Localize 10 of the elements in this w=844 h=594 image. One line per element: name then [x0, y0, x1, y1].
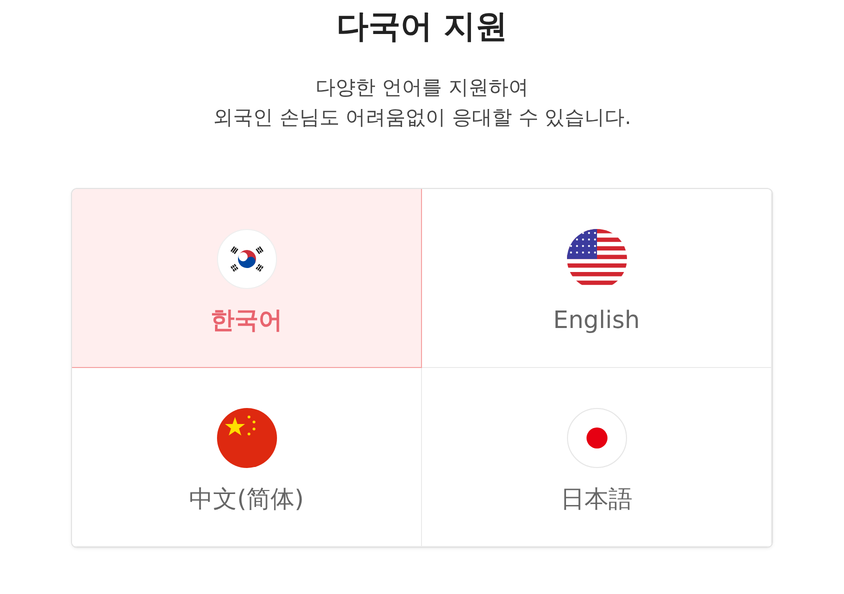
language-option[interactable]: 한국어 [72, 189, 422, 368]
language-option[interactable]: 日本語 [421, 367, 772, 547]
page-title: 다국어 지원 [336, 6, 508, 46]
flag-icon [566, 408, 626, 468]
subtitle-text: 외국인 손님도 어려움없이 응대할 수 있습니다. [212, 104, 632, 131]
flag-icon [216, 408, 276, 468]
flag-icon [216, 229, 276, 289]
subtitle-text: 다양한 언어를 지원하여 [316, 74, 528, 101]
language-option[interactable]: 中文(简体) [72, 367, 422, 547]
language-option[interactable]: English [421, 189, 772, 368]
